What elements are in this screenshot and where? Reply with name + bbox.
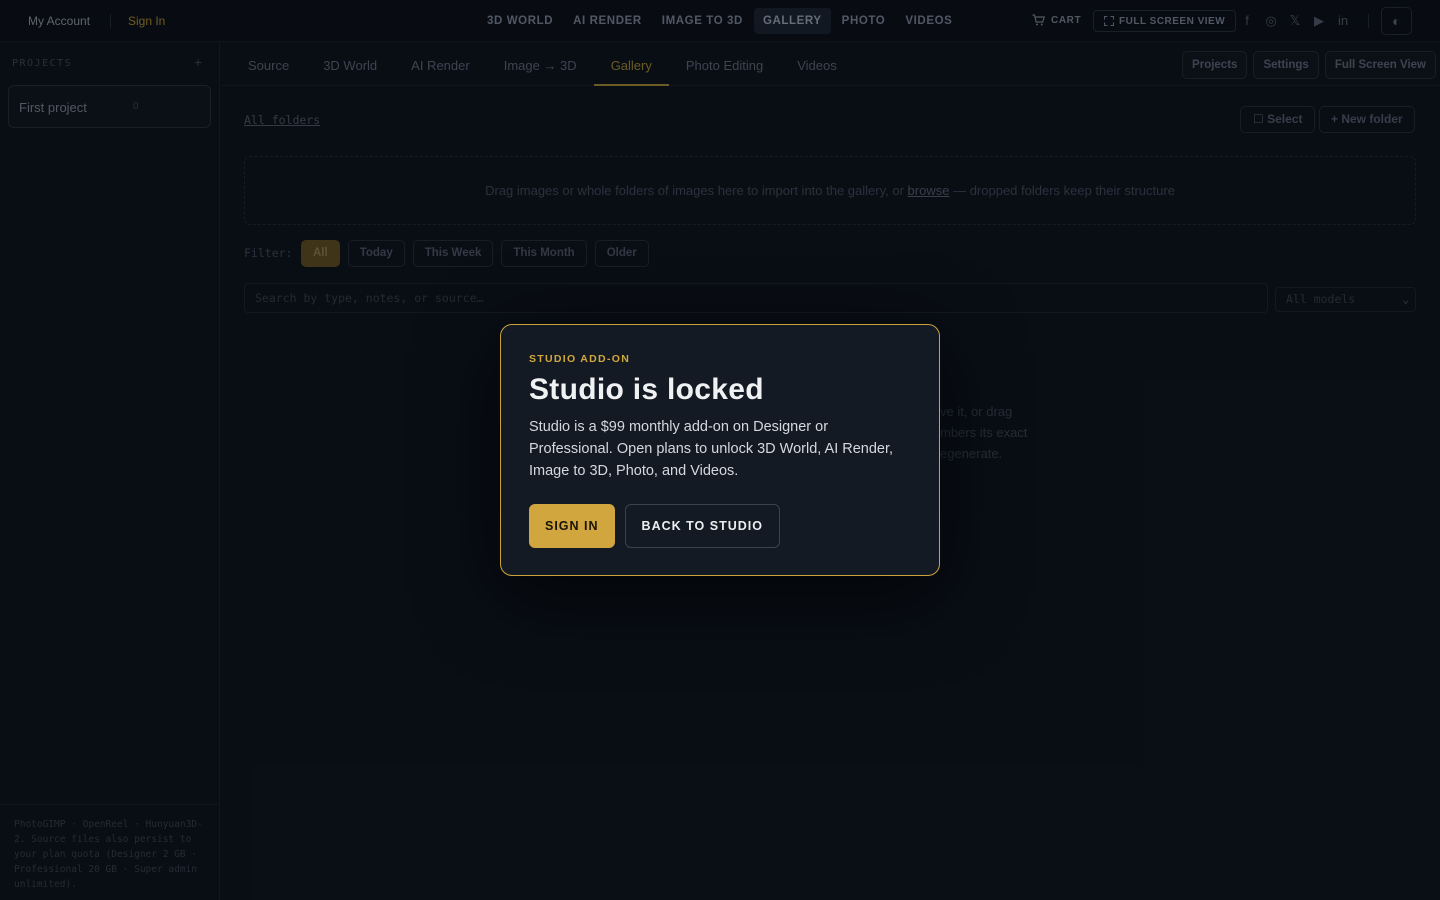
dialog-kicker: STUDIO ADD-ON [529,353,631,365]
sign-in-button[interactable]: SIGN IN [529,504,615,548]
back-to-studio-button[interactable]: BACK TO STUDIO [624,504,780,548]
studio-locked-dialog: STUDIO ADD-ON Studio is locked Studio is… [500,324,940,576]
dialog-title: Studio is locked [529,373,764,406]
dialog-actions: SIGN IN BACK TO STUDIO [529,504,911,548]
dialog-description: Studio is a $99 monthly add-on on Design… [529,419,894,479]
